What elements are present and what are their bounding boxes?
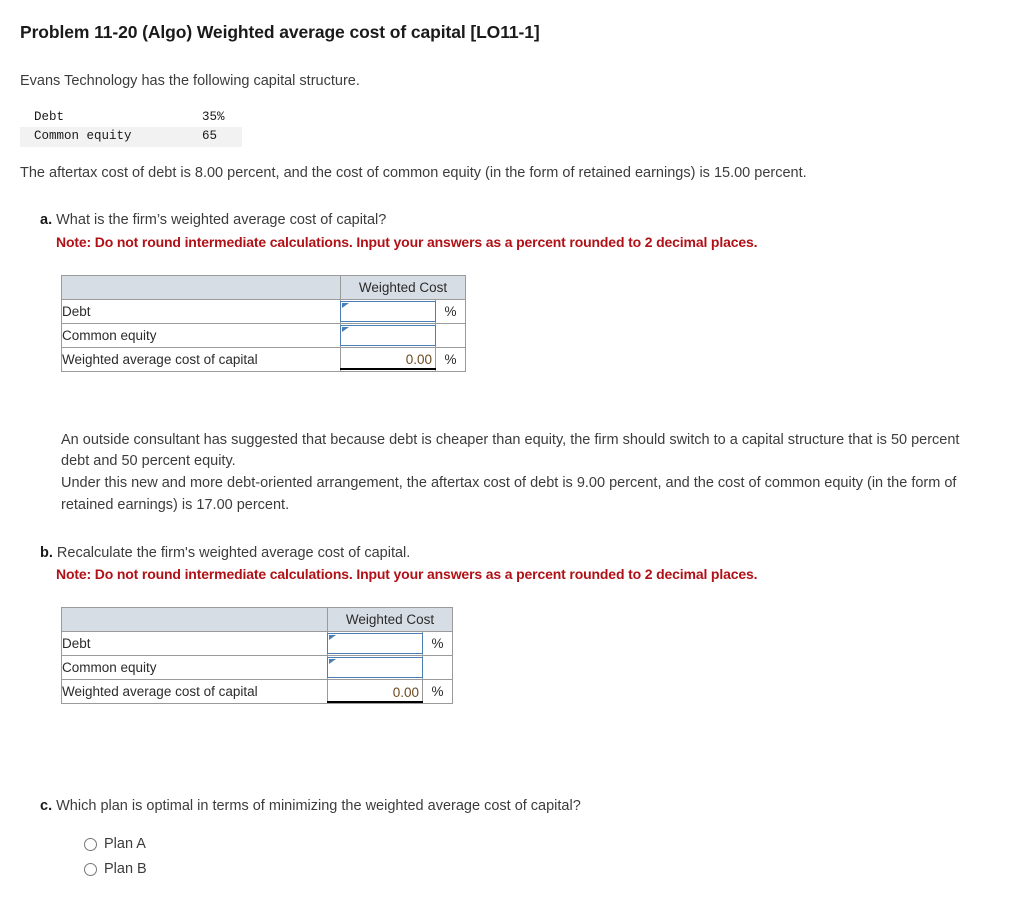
row-label-debt: Debt xyxy=(61,631,328,657)
wacc-total-value: 0.00 xyxy=(327,683,423,703)
consultant-line-2: Under this new and more debt-oriented ar… xyxy=(61,475,957,513)
common-equity-weighted-cost-inputbox[interactable] xyxy=(327,657,423,679)
wacc-percent-symbol: % xyxy=(435,346,466,372)
capital-structure-value: 65 xyxy=(202,129,218,144)
table-row: Common equity xyxy=(61,655,453,681)
answer-table-a-wrap: Weighted Cost Debt % Common equity Weigh… xyxy=(61,274,998,372)
question-a-letter: a. xyxy=(40,211,53,228)
capital-structure-row: Debt 35% xyxy=(20,108,242,127)
radio-circle-icon[interactable] xyxy=(84,837,97,851)
radio-option-plan-b[interactable]: Plan B xyxy=(84,861,998,877)
question-c: c. Which plan is optimal in terms of min… xyxy=(40,796,998,818)
question-a-text: What is the firm’s weighted average cost… xyxy=(56,211,387,228)
common-equity-percent-symbol xyxy=(422,655,453,681)
table-row: Common equity xyxy=(61,322,466,348)
common-equity-weighted-cost-cell[interactable] xyxy=(327,655,423,681)
radio-label-plan-a: Plan A xyxy=(104,836,146,853)
radio-option-plan-a[interactable]: Plan A xyxy=(84,836,998,852)
wacc-total-cell: 0.00 xyxy=(327,679,423,705)
wacc-total-cell: 0.00 xyxy=(340,346,436,372)
consultant-line-1: An outside consultant has suggested that… xyxy=(61,431,960,470)
question-b-letter: b. xyxy=(40,544,53,561)
capital-structure-block: Debt 35% Common equity 65 xyxy=(20,108,242,147)
aftertax-statement: The aftertax cost of debt is 8.00 percen… xyxy=(20,164,807,181)
question-b: b. Recalculate the firm's weighted avera… xyxy=(40,543,998,586)
row-label-common-equity: Common equity xyxy=(61,655,328,681)
debt-weighted-cost-cell[interactable] xyxy=(327,631,423,657)
header-blank-cell xyxy=(61,274,341,300)
row-label-common-equity: Common equity xyxy=(61,322,341,348)
radio-circle-icon[interactable] xyxy=(84,862,97,876)
question-b-text: Recalculate the firm's weighted average … xyxy=(56,544,411,561)
question-c-text: Which plan is optimal in terms of minimi… xyxy=(56,798,581,815)
common-equity-weighted-cost-input[interactable] xyxy=(341,325,435,345)
answer-table-b-wrap: Weighted Cost Debt % Common equity Weigh… xyxy=(61,607,998,705)
radio-label-plan-b: Plan B xyxy=(104,861,147,878)
header-weighted-cost: Weighted Cost xyxy=(340,274,466,300)
common-equity-weighted-cost-input[interactable] xyxy=(328,658,422,678)
question-b-note: Note: Do not round intermediate calculat… xyxy=(56,566,758,583)
common-equity-weighted-cost-inputbox[interactable] xyxy=(340,324,436,346)
question-a: a. What is the firm’s weighted average c… xyxy=(40,210,998,253)
answer-table-b: Weighted Cost Debt % Common equity Weigh… xyxy=(61,607,453,705)
plan-options-group: Plan A Plan B xyxy=(84,836,998,877)
consultant-block: An outside consultant has suggested that… xyxy=(61,430,966,517)
debt-percent-symbol: % xyxy=(422,631,453,657)
debt-weighted-cost-inputbox[interactable] xyxy=(340,300,436,322)
header-weighted-cost: Weighted Cost xyxy=(327,607,453,633)
problem-page: Problem 11-20 (Algo) Weighted average co… xyxy=(0,0,1018,877)
answer-table-a: Weighted Cost Debt % Common equity Weigh… xyxy=(61,274,466,372)
table-row: Debt % xyxy=(61,298,466,324)
row-label-debt: Debt xyxy=(61,298,341,324)
capital-structure-value: 35% xyxy=(202,110,225,125)
question-a-block: a. What is the firm’s weighted average c… xyxy=(40,210,998,253)
table-header-row: Weighted Cost xyxy=(61,274,466,300)
wacc-total-value: 0.00 xyxy=(340,350,436,371)
question-a-note: Note: Do not round intermediate calculat… xyxy=(56,233,758,250)
capital-structure-label: Common equity xyxy=(34,129,132,144)
common-equity-weighted-cost-cell[interactable] xyxy=(340,322,436,348)
debt-percent-symbol: % xyxy=(435,298,466,324)
page-title: Problem 11-20 (Algo) Weighted average co… xyxy=(20,22,540,42)
capital-structure-row: Common equity 65 xyxy=(20,127,242,147)
debt-weighted-cost-input[interactable] xyxy=(341,301,435,321)
debt-weighted-cost-input[interactable] xyxy=(328,634,422,654)
intro-text: Evans Technology has the following capit… xyxy=(20,73,360,89)
common-equity-percent-symbol xyxy=(435,322,466,348)
row-label-wacc: Weighted average cost of capital xyxy=(61,346,341,372)
capital-structure-label: Debt xyxy=(34,110,65,125)
header-blank-cell xyxy=(61,607,328,633)
question-b-block: b. Recalculate the firm's weighted avera… xyxy=(40,543,998,586)
table-row: Weighted average cost of capital 0.00 % xyxy=(61,346,466,372)
question-c-letter: c. xyxy=(40,798,53,815)
wacc-percent-symbol: % xyxy=(422,679,453,705)
table-header-row: Weighted Cost xyxy=(61,607,453,633)
row-label-wacc: Weighted average cost of capital xyxy=(61,679,328,705)
table-row: Weighted average cost of capital 0.00 % xyxy=(61,679,453,705)
table-row: Debt % xyxy=(61,631,453,657)
debt-weighted-cost-inputbox[interactable] xyxy=(327,633,423,655)
debt-weighted-cost-cell[interactable] xyxy=(340,298,436,324)
question-c-block: c. Which plan is optimal in terms of min… xyxy=(40,796,998,818)
